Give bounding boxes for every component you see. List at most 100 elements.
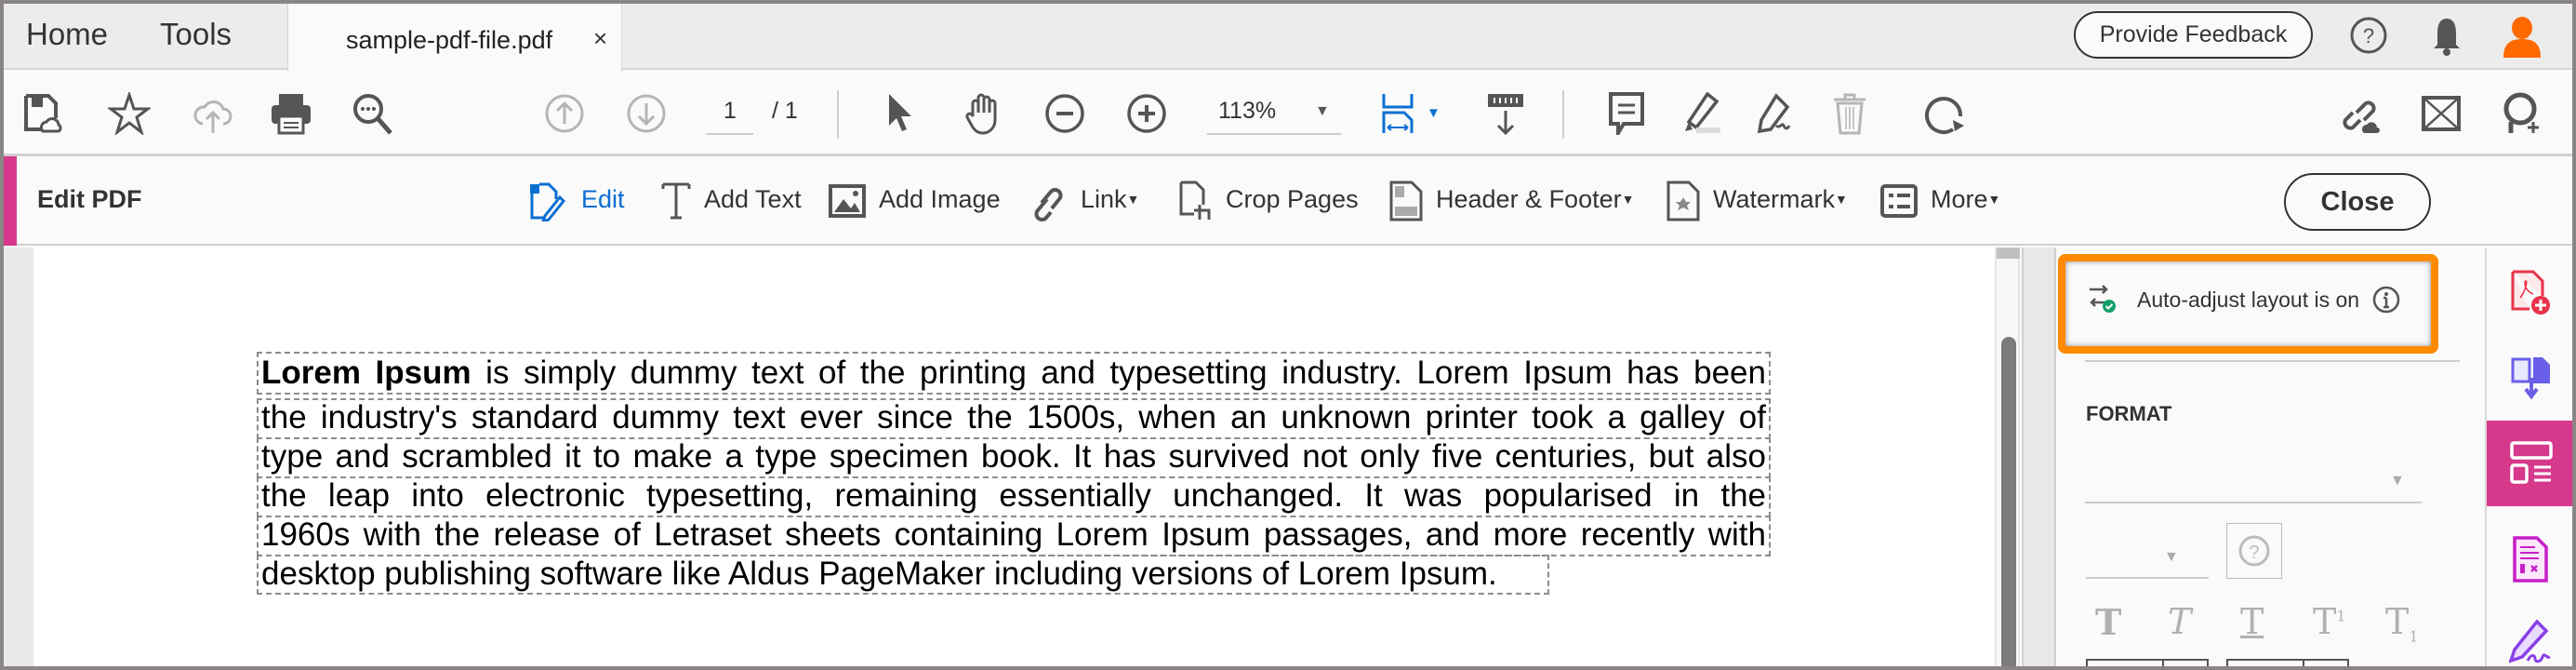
add-image-button[interactable]: Add Image — [879, 185, 1001, 214]
bold-text: Lorem Ipsum — [261, 355, 471, 391]
upload-cloud-icon[interactable] — [192, 92, 234, 135]
close-button[interactable]: Close — [2284, 173, 2431, 231]
chevron-down-icon: ▼ — [1987, 192, 2001, 207]
crop-pages-icon[interactable] — [1177, 181, 1215, 221]
header-footer-icon[interactable] — [1388, 181, 1425, 221]
add-text-button[interactable]: Add Text — [704, 185, 802, 214]
highlight-icon[interactable] — [1680, 91, 1722, 135]
page-total: / 1 — [772, 98, 798, 124]
edit-pdf-rail-button[interactable] — [2487, 421, 2572, 506]
zoom-out-icon[interactable] — [1043, 92, 1086, 135]
chevron-down-icon: ▼ — [1126, 192, 1140, 207]
provide-feedback-button[interactable]: Provide Feedback — [2074, 11, 2313, 59]
scroll-mode-icon[interactable] — [1484, 92, 1527, 136]
previous-page-icon[interactable] — [543, 92, 586, 135]
list-group[interactable] — [2226, 659, 2349, 666]
format-help-button[interactable]: ? — [2226, 523, 2282, 579]
header-footer-button[interactable]: Header & Footer▼ — [1436, 185, 1634, 214]
next-page-icon[interactable] — [625, 92, 668, 135]
svg-text:?: ? — [2363, 24, 2374, 47]
auto-adjust-label: Auto-adjust layout is on — [2137, 288, 2360, 312]
text-run: is simply dummy text of the printing and… — [471, 355, 1766, 391]
add-text-icon[interactable] — [657, 181, 695, 221]
chevron-down-icon: ▼ — [2164, 549, 2179, 565]
sign-pen-icon[interactable] — [1754, 92, 1797, 135]
edit-pdf-toolbar: Edit PDF Edit Add Text Add Image Link▼ C… — [4, 156, 2572, 246]
create-pdf-icon[interactable] — [2509, 270, 2552, 316]
add-user-icon[interactable] — [2500, 92, 2543, 135]
document-tab-label: sample-pdf-file.pdf — [346, 26, 553, 54]
add-image-icon[interactable] — [829, 181, 866, 221]
link-button[interactable]: Link▼ — [1081, 185, 1139, 214]
close-tab-icon[interactable]: × — [593, 24, 607, 53]
request-signature-icon[interactable] — [2508, 619, 2552, 666]
toolbar-divider — [837, 90, 839, 139]
comment-icon[interactable] — [1605, 92, 1648, 141]
chevron-down-icon: ▼ — [1621, 192, 1635, 207]
page-number-input[interactable]: 1 — [707, 98, 753, 135]
tab-bar: Home Tools sample-pdf-file.pdf × Provide… — [4, 4, 2572, 72]
search-icon[interactable] — [352, 92, 394, 135]
panel-splitter[interactable] — [2022, 248, 2056, 666]
text-line[interactable]: desktop publishing software like Aldus P… — [257, 555, 1549, 595]
tab-tools[interactable]: Tools — [160, 17, 232, 52]
superscript-style-icon[interactable]: T1 — [2313, 601, 2346, 642]
fit-page-icon[interactable] — [1378, 92, 1421, 135]
scrollbar-thumb[interactable] — [2001, 337, 2016, 666]
info-icon[interactable] — [2372, 286, 2400, 314]
zoom-in-icon[interactable] — [1125, 92, 1168, 135]
print-icon[interactable] — [270, 92, 312, 135]
subscript-style-icon[interactable]: T1 — [2385, 601, 2419, 646]
bold-style-icon[interactable]: T — [2095, 601, 2121, 643]
mail-icon[interactable] — [2420, 92, 2463, 135]
crop-pages-button[interactable]: Crop Pages — [1226, 185, 1359, 214]
underline-style-icon[interactable]: T — [2240, 601, 2264, 642]
star-icon[interactable] — [106, 90, 153, 137]
avatar[interactable] — [2502, 15, 2543, 60]
font-size-select[interactable]: ▼ — [2086, 538, 2209, 579]
alignment-group[interactable] — [2086, 659, 2209, 666]
trash-icon[interactable] — [1828, 92, 1871, 135]
save-cloud-icon[interactable] — [20, 92, 63, 135]
font-family-select[interactable]: ▼ — [2085, 462, 2422, 503]
help-icon[interactable]: ? — [2349, 16, 2388, 55]
edit-icon[interactable] — [528, 181, 566, 224]
text-line[interactable]: the leap into electronic typesetting, re… — [257, 476, 1771, 517]
tool-accent-strip — [4, 156, 17, 246]
zoom-select[interactable]: 113% ▼ — [1207, 98, 1341, 135]
text-line[interactable]: Lorem Ipsum is simply dummy text of the … — [257, 352, 1771, 395]
rotate-icon[interactable] — [1925, 92, 1968, 135]
watermark-button[interactable]: Watermark▼ — [1713, 185, 1848, 214]
more-button[interactable]: More▼ — [1931, 185, 2000, 214]
edit-pdf-title: Edit PDF — [37, 185, 142, 213]
select-arrow-icon[interactable] — [878, 92, 921, 135]
tab-home[interactable]: Home — [26, 17, 108, 52]
format-panel: Auto-adjust layout is on FORMAT ▼ ▼ ? T … — [2056, 248, 2485, 666]
auto-adjust-icon[interactable] — [2086, 282, 2118, 314]
link-icon[interactable] — [1027, 181, 1064, 221]
hand-icon[interactable] — [962, 92, 1004, 135]
tab-document[interactable]: sample-pdf-file.pdf × — [287, 4, 622, 72]
watermark-label: Watermark — [1713, 185, 1836, 213]
more-icon[interactable] — [1880, 181, 1918, 221]
vertical-scrollbar[interactable] — [1995, 248, 2020, 666]
text-line[interactable]: the industry's standard dummy text ever … — [257, 398, 1771, 439]
export-pdf-icon[interactable] — [2509, 355, 2552, 402]
bell-icon[interactable] — [2429, 15, 2464, 58]
text-line[interactable]: type and scrambled it to make a type spe… — [257, 437, 1771, 478]
main-toolbar: 1 / 1 113% ▼ ▼ — [4, 70, 2572, 156]
zoom-value: 113% — [1218, 98, 1277, 124]
fit-page-dropdown-icon[interactable]: ▼ — [1427, 105, 1441, 121]
more-label: More — [1931, 185, 1988, 213]
edit-button[interactable]: Edit — [581, 185, 625, 214]
panel-divider — [2085, 360, 2460, 362]
scrollbar-top-handle[interactable] — [1997, 248, 2020, 259]
header-footer-label: Header & Footer — [1436, 185, 1622, 213]
italic-style-icon[interactable]: T — [2168, 601, 2191, 642]
share-link-icon[interactable] — [2340, 92, 2383, 135]
text-line[interactable]: 1960s with the release of Letraset sheet… — [257, 516, 1771, 556]
right-tools-rail — [2485, 248, 2572, 666]
chevron-down-icon: ▼ — [1835, 192, 1848, 207]
watermark-icon[interactable] — [1665, 181, 1702, 221]
fill-sign-form-icon[interactable] — [2509, 536, 2552, 583]
